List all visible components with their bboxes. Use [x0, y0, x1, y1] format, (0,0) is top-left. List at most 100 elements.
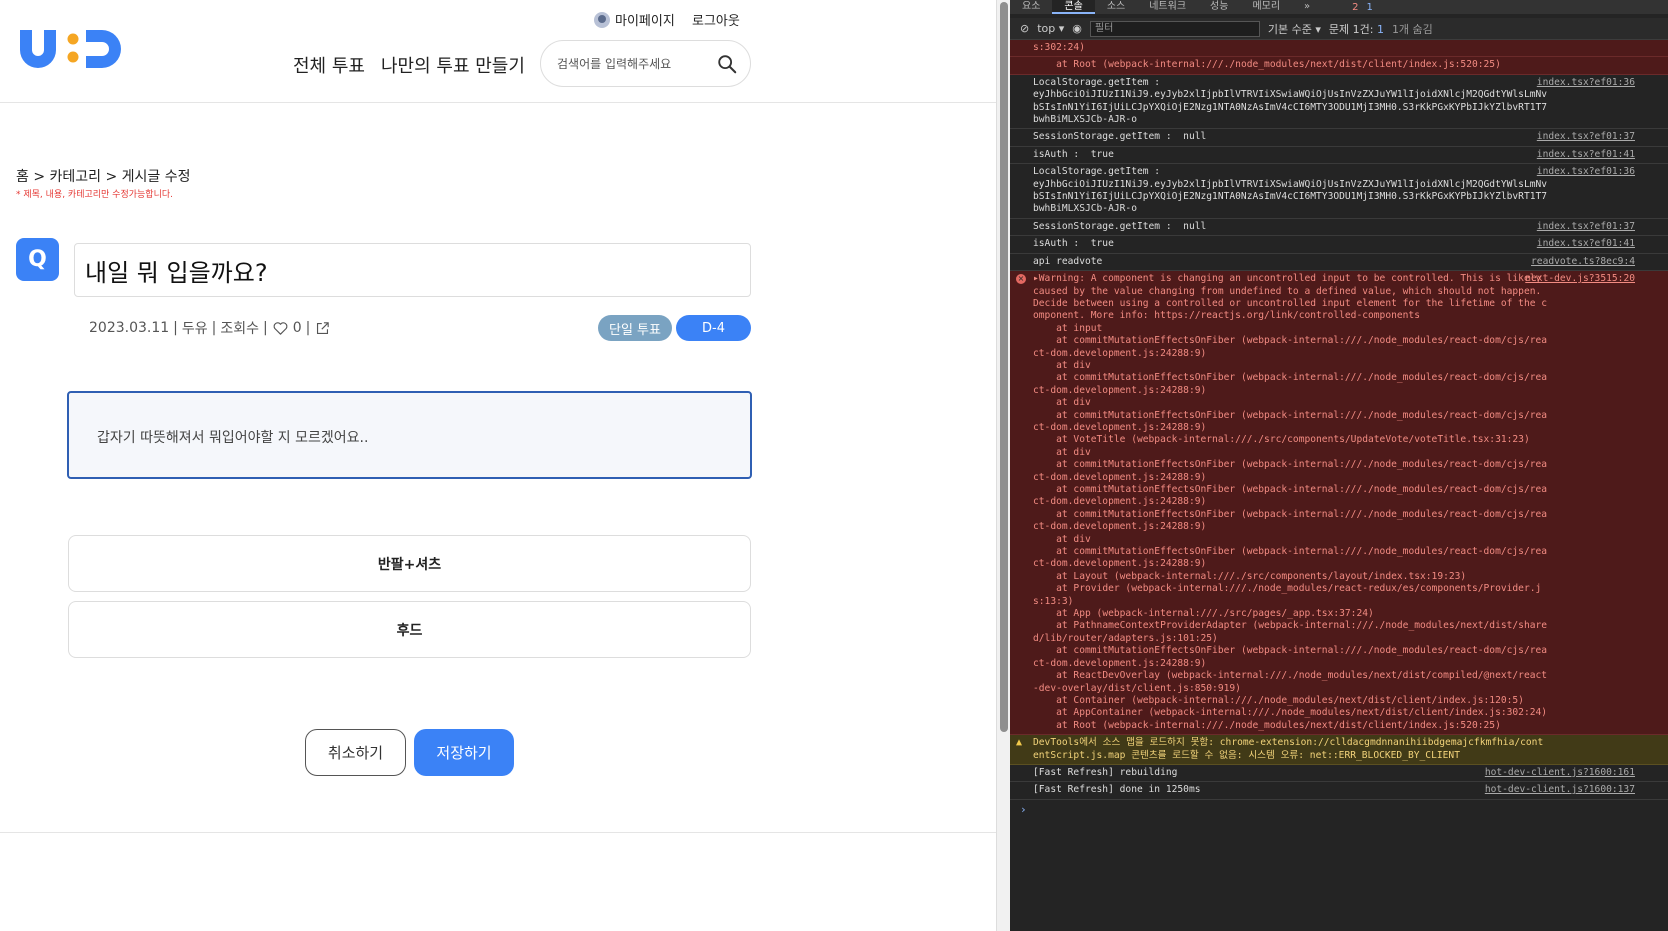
- error-icon: ×: [1016, 274, 1026, 285]
- console-source-link[interactable]: index.tsx?ef01:37: [1537, 131, 1635, 143]
- search-input[interactable]: [557, 56, 707, 71]
- logo-u-shape: [20, 30, 56, 68]
- error-count-badge[interactable]: 2: [1352, 2, 1358, 13]
- console-row: SessionStorage.getItem : null index.tsx?e…: [1010, 219, 1668, 237]
- mypage-link[interactable]: 마이페이지: [594, 10, 675, 29]
- console-message: DevTools에서 소스 맵을 로드하지 못함: chrome-extensi…: [1033, 737, 1544, 761]
- console-message: ▸Warning: A component is changing an unc…: [1033, 273, 1548, 731]
- web-page: 마이페이지 로그아웃 전체 투표 나만의 투표 만들기 홈 > 카테고리 > 게…: [0, 0, 996, 931]
- post-meta: 2023.03.11 | 두유 | 조회수 | 0 |: [89, 318, 331, 338]
- tab-more[interactable]: »: [1292, 0, 1322, 14]
- post-author: 두유: [181, 321, 208, 337]
- console-source-link[interactable]: hot-dev-client.js?1600:137: [1485, 784, 1635, 796]
- question-badge: Q: [16, 238, 59, 281]
- log-level-select[interactable]: 기본 수준 ▾: [1268, 21, 1321, 37]
- meta-separator: |: [263, 320, 268, 336]
- issues-count: 1: [1376, 22, 1384, 36]
- issues-button[interactable]: 문제 1건: 1: [1329, 21, 1384, 37]
- clear-console-icon[interactable]: ⊘: [1020, 22, 1029, 35]
- console-row: × ▸Warning: A component is changing an un…: [1010, 271, 1668, 736]
- console-row: [Fast Refresh] rebuilding hot-dev-client.…: [1010, 765, 1668, 783]
- console-row: isAuth : true index.tsx?ef01:41: [1010, 236, 1668, 254]
- search-box: [540, 40, 751, 87]
- eye-icon[interactable]: ◉: [1072, 22, 1082, 35]
- console-prompt[interactable]: ›: [1010, 800, 1668, 820]
- meta-separator: |: [211, 320, 217, 336]
- filter-input[interactable]: 필터: [1089, 20, 1260, 37]
- nav-all-votes[interactable]: 전체 투표: [293, 52, 365, 78]
- console-row: SessionStorage.getItem : null index.tsx?e…: [1010, 129, 1668, 147]
- console-message: [Fast Refresh] rebuilding: [1033, 766, 1178, 778]
- edit-notice: * 제목, 내용, 카테고리만 수정가능합니다.: [16, 190, 174, 200]
- logo-dot-top: [67, 33, 79, 45]
- console-row: [Fast Refresh] done in 1250ms hot-dev-cli…: [1010, 782, 1668, 800]
- avatar-icon: [594, 11, 610, 28]
- mypage-label: 마이페이지: [615, 14, 675, 29]
- tab-sources[interactable]: 소스: [1095, 0, 1137, 14]
- logo-d-shape: [86, 30, 121, 68]
- console-message: at Root (webpack-internal:///./node_modu…: [1033, 59, 1501, 71]
- tab-console[interactable]: 콘솔: [1052, 0, 1095, 14]
- console-message: isAuth : true: [1033, 148, 1114, 160]
- logout-link[interactable]: 로그아웃: [692, 10, 740, 29]
- console-source-link[interactable]: readvote.ts?8ec9:4: [1531, 256, 1635, 268]
- meta-separator: |: [173, 320, 178, 336]
- vote-option-1[interactable]: 반팔+셔츠: [68, 535, 751, 592]
- tab-performance[interactable]: 성능: [1198, 0, 1240, 14]
- logo[interactable]: [16, 26, 126, 70]
- context-select[interactable]: top ▾: [1037, 22, 1064, 35]
- issues-label: 문제 1건:: [1328, 22, 1377, 36]
- cancel-button[interactable]: 취소하기: [305, 729, 406, 776]
- app-window: 마이페이지 로그아웃 전체 투표 나만의 투표 만들기 홈 > 카테고리 > 게…: [0, 0, 1668, 931]
- console-source-link[interactable]: index.tsx?ef01:37: [1537, 221, 1635, 233]
- console-row: api readvote readvote.ts?8ec9:4: [1010, 254, 1668, 272]
- console-source-link[interactable]: index.tsx?ef01:41: [1537, 149, 1635, 161]
- warning-icon: ▲: [1016, 737, 1023, 749]
- console-source-link[interactable]: index.tsx?ef01:36: [1537, 166, 1635, 178]
- logo-dot-bottom: [67, 51, 79, 63]
- console-message: s:302:24): [1033, 42, 1085, 53]
- console-message: [Fast Refresh] done in 1250ms: [1033, 784, 1201, 796]
- console-source-link[interactable]: next-dev.js?3515:20: [1525, 273, 1635, 285]
- meta-separator: |: [305, 320, 311, 336]
- devtools-panel: 요소 콘솔 소스 네트워크 성능 메모리 » 2 1 ⊘ top ▾ ◉ 필터 …: [1010, 0, 1668, 931]
- nav-make-vote[interactable]: 나만의 투표 만들기: [381, 52, 525, 78]
- save-button[interactable]: 저장하기: [414, 729, 514, 776]
- breadcrumb: 홈 > 카테고리 > 게시글 수정: [16, 169, 191, 185]
- console-message: api readvote: [1033, 255, 1103, 267]
- tab-network[interactable]: 네트워크: [1137, 0, 1198, 14]
- console-row: ▲ DevTools에서 소스 맵을 로드하지 못함: chrome-extens…: [1010, 735, 1668, 765]
- share-icon[interactable]: [314, 320, 331, 337]
- page-scrollbar-thumb[interactable]: [1000, 2, 1008, 732]
- tab-elements[interactable]: 요소: [1010, 0, 1052, 14]
- console-source-link[interactable]: hot-dev-client.js?1600:161: [1485, 767, 1635, 779]
- vote-option-2[interactable]: 후드: [68, 601, 751, 658]
- console-message: SessionStorage.getItem : null: [1033, 131, 1207, 143]
- search-icon[interactable]: [716, 53, 738, 75]
- like-count: 0: [292, 320, 302, 336]
- console-message: LocalStorage.getItem : eyJhbGciOiJIUzI1N…: [1033, 166, 1548, 215]
- dday-badge: D-4: [676, 315, 751, 341]
- console-message: LocalStorage.getItem : eyJhbGciOiJIUzI1N…: [1033, 76, 1548, 126]
- title-input[interactable]: [74, 243, 751, 297]
- console-row: at Root (webpack-internal:///./node_modu…: [1010, 57, 1668, 75]
- devtools-tabs: 요소 콘솔 소스 네트워크 성능 메모리 » 2 1: [1010, 0, 1668, 14]
- console-log: s:302:24) at Root (webpack-internal:///.…: [1010, 40, 1668, 931]
- page-scrollbar[interactable]: [996, 0, 1010, 931]
- heart-icon[interactable]: [272, 320, 289, 337]
- console-row: isAuth : true index.tsx?ef01:41: [1010, 147, 1668, 165]
- hidden-count: 1개 숨김: [1391, 22, 1433, 36]
- info-count-badge[interactable]: 1: [1367, 2, 1373, 13]
- console-row: s:302:24): [1010, 40, 1668, 58]
- tab-memory[interactable]: 메모리: [1240, 0, 1292, 14]
- post-date: 2023.03.11: [89, 320, 170, 336]
- console-row: LocalStorage.getItem : eyJhbGciOiJIUzI1N…: [1010, 164, 1668, 219]
- views-label: 조회수: [220, 321, 260, 337]
- content-textarea[interactable]: 갑자기 따뜻해져서 뭐입어야할 지 모르겠어요..: [67, 391, 752, 479]
- header-divider: [0, 102, 996, 103]
- console-message: SessionStorage.getItem : null: [1033, 220, 1207, 232]
- console-source-link[interactable]: index.tsx?ef01:41: [1537, 238, 1635, 250]
- console-row: LocalStorage.getItem : eyJhbGciOiJIUzI1N…: [1010, 75, 1668, 130]
- console-message: isAuth : true: [1033, 238, 1114, 250]
- console-source-link[interactable]: index.tsx?ef01:36: [1537, 77, 1635, 89]
